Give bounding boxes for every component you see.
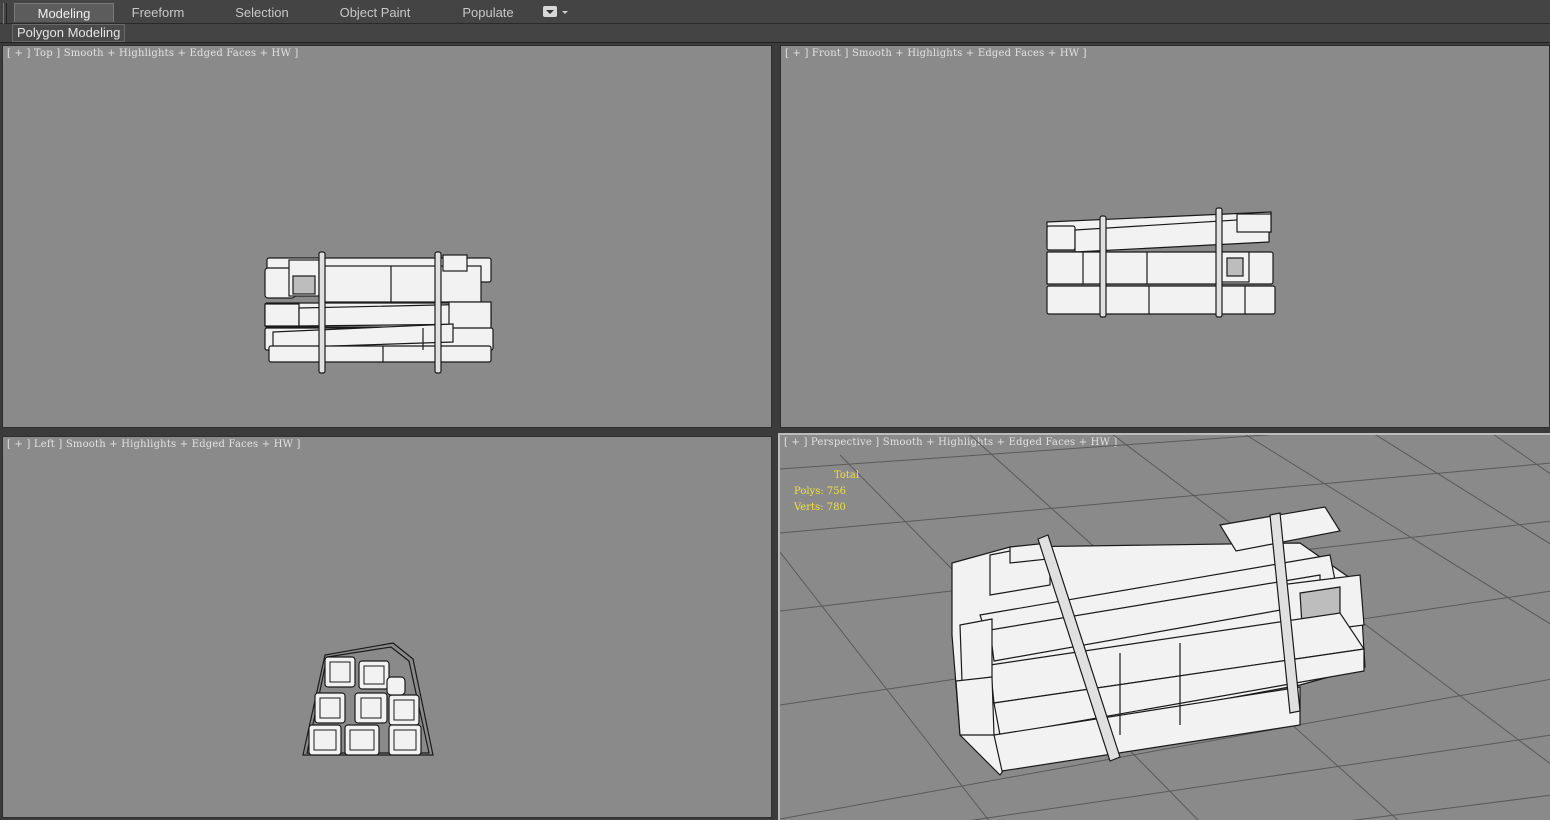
tab-selection[interactable]: Selection: [222, 3, 302, 22]
viewport-top[interactable]: [ + ] Top ] Smooth + Highlights + Edged …: [2, 45, 772, 428]
tab-modeling[interactable]: Modeling: [14, 3, 114, 22]
ribbon-panel-bar: Polygon Modeling: [0, 24, 1550, 43]
stats-total-label: Total: [834, 470, 860, 481]
polygon-modeling-panel-button[interactable]: Polygon Modeling: [12, 24, 126, 42]
tab-object-paint[interactable]: Object Paint: [330, 3, 420, 22]
stats-verts-label: Verts:: [794, 502, 824, 513]
stats-polys: Polys: 756: [794, 484, 859, 500]
stats-verts-value: 780: [826, 502, 846, 513]
tab-freeform[interactable]: Freeform: [118, 3, 198, 22]
chevron-down-icon: [562, 11, 568, 14]
stats-verts: Verts: 780: [794, 500, 859, 516]
viewport-statistics: Total Polys: 756 Verts: 780: [794, 468, 859, 516]
viewport-left[interactable]: [ + ] Left ] Smooth + Highlights + Edged…: [2, 436, 772, 818]
viewport-front[interactable]: [ + ] Front ] Smooth + Highlights + Edge…: [780, 45, 1550, 428]
front-view-logs-model: [1046, 207, 1276, 318]
viewport-perspective[interactable]: [ + ] Perspective ] Smooth + Highlights …: [778, 433, 1550, 820]
tab-populate[interactable]: Populate: [450, 3, 526, 22]
top-view-logs-model: [264, 251, 494, 374]
dropdown-box-icon: [543, 6, 557, 17]
stats-polys-label: Polys:: [794, 486, 824, 497]
ribbon-tab-bar: Modeling Freeform Selection Object Paint…: [0, 0, 1550, 39]
left-view-logs-model: [302, 642, 434, 756]
ribbon-options-dropdown[interactable]: [543, 5, 569, 19]
perspective-grid-and-model: [780, 435, 1550, 820]
stats-polys-value: 756: [826, 486, 846, 497]
